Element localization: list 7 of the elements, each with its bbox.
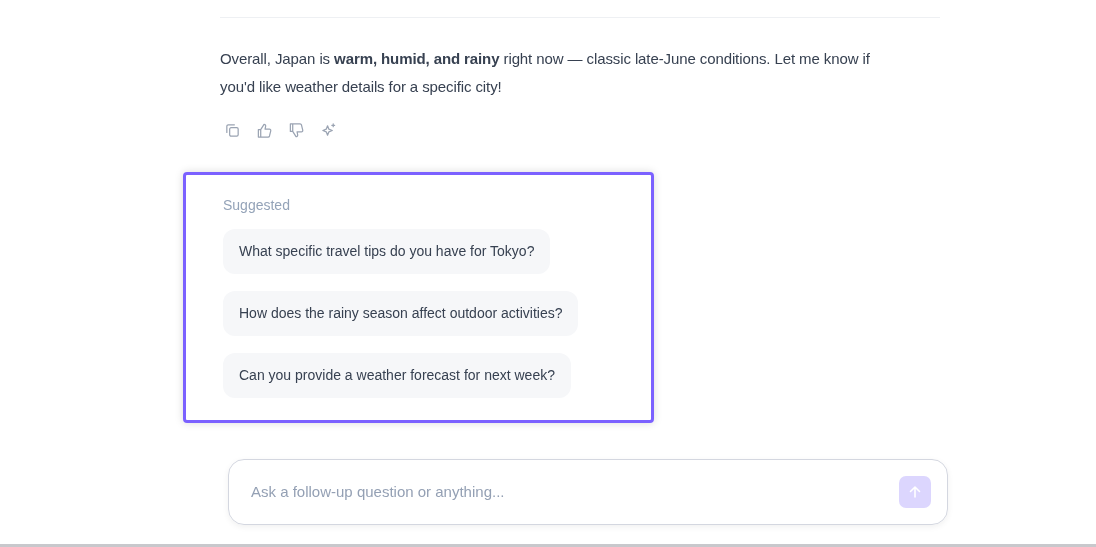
message-text: Overall, Japan is warm, humid, and rainy right now — classic late-June conditions. Let me know if you'd like weather details for a specific city! bbox=[220, 49, 871, 97]
arrow-up-icon bbox=[907, 484, 923, 500]
section-title: Suggested bbox=[223, 196, 291, 215]
follow-up-field[interactable]: Ask a follow-up question or anything... bbox=[228, 459, 948, 525]
suggestion-chip[interactable]: Can you provide a weather forecast for next week? bbox=[223, 353, 571, 398]
suggestion-chip[interactable]: How does the rainy season affect outdoor activities? bbox=[223, 291, 579, 336]
suggestion-chip[interactable]: What specific travel tips do you have for Tokyo? bbox=[223, 229, 551, 274]
